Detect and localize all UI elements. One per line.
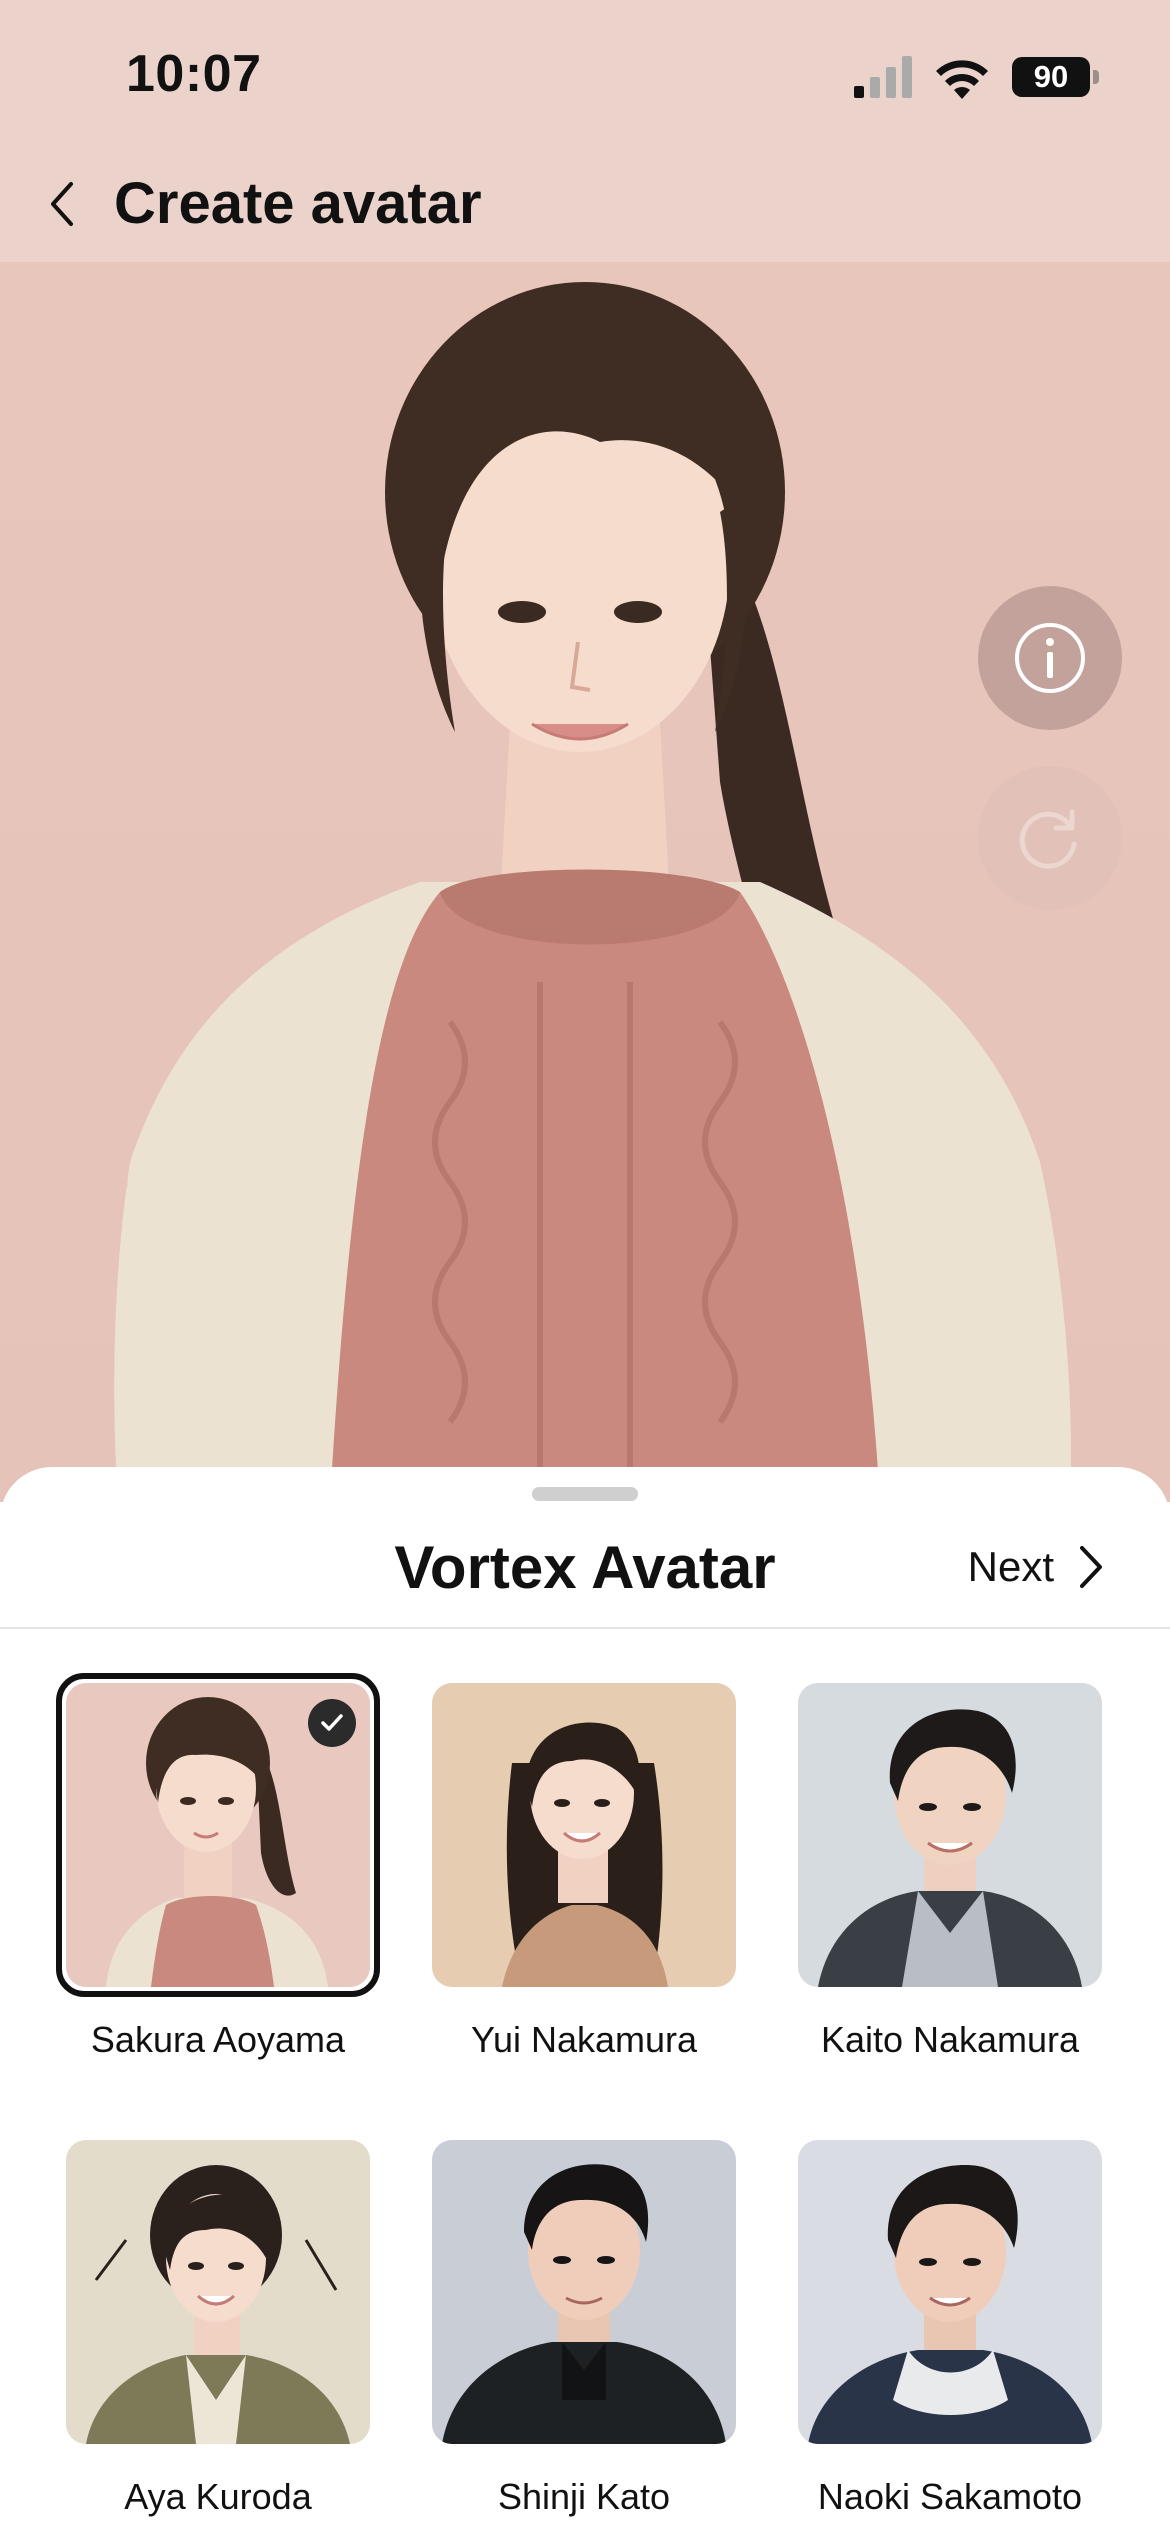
- chevron-left-icon: [51, 182, 73, 226]
- wifi-icon: [936, 60, 988, 99]
- avatar-card-sakura-aoyama[interactable]: Sakura Aoyama: [56, 1673, 380, 2095]
- avatar-name: Aya Kuroda: [124, 2476, 312, 2517]
- battery-level: 90: [1033, 59, 1069, 94]
- nav-bar: Create avatar: [0, 150, 1170, 262]
- avatar-card-shinji-kato[interactable]: Shinji Kato: [424, 2132, 744, 2532]
- signal-icon: [854, 56, 912, 98]
- avatar-card-naoki-sakamoto[interactable]: Naoki Sakamoto: [790, 2132, 1110, 2532]
- avatar-thumbnail: [432, 1683, 736, 1987]
- regenerate-button[interactable]: [978, 766, 1122, 910]
- battery-cap: [1093, 70, 1099, 84]
- status-bar: 10:07 90: [0, 0, 1170, 150]
- avatar-name: Yui Nakamura: [470, 2019, 698, 2060]
- checkmark-icon: [321, 1714, 343, 1731]
- refresh-icon: [1019, 809, 1077, 869]
- top-area: 10:07 90 Create avatar: [0, 0, 1170, 262]
- avatar-card-yui-nakamura[interactable]: Yui Nakamura: [424, 1675, 744, 2095]
- avatar-name: Sakura Aoyama: [90, 2019, 346, 2060]
- info-button[interactable]: [978, 586, 1122, 730]
- selected-check-badge: [308, 1699, 356, 1747]
- avatar-thumbnail: [798, 1683, 1102, 1987]
- avatar-thumbnail: [66, 2140, 370, 2444]
- info-icon: [1015, 623, 1085, 693]
- avatar-name: Shinji Kato: [497, 2476, 671, 2517]
- back-button[interactable]: [30, 172, 94, 236]
- avatar-card-kaito-nakamura[interactable]: Kaito Nakamura: [790, 1675, 1110, 2095]
- avatar-sheet: Vortex Avatar Next Sakura Aoyama Yui Nak…: [0, 1467, 1170, 2532]
- status-time: 10:07: [126, 45, 262, 103]
- battery-icon: 90: [1012, 57, 1099, 97]
- page-title: Create avatar: [114, 171, 482, 236]
- avatar-thumbnail: [432, 2140, 736, 2444]
- avatar-preview: [0, 262, 1170, 1502]
- avatar-grid: Sakura Aoyama Yui Nakamura Kaito Nakamur…: [0, 1467, 1170, 2532]
- avatar-thumbnail: [798, 2140, 1102, 2444]
- status-icons: 90: [854, 52, 1099, 102]
- avatar-card-aya-kuroda[interactable]: Aya Kuroda: [58, 2132, 378, 2532]
- avatar-name: Kaito Nakamura: [820, 2019, 1080, 2060]
- avatar-name: Naoki Sakamoto: [817, 2476, 1083, 2517]
